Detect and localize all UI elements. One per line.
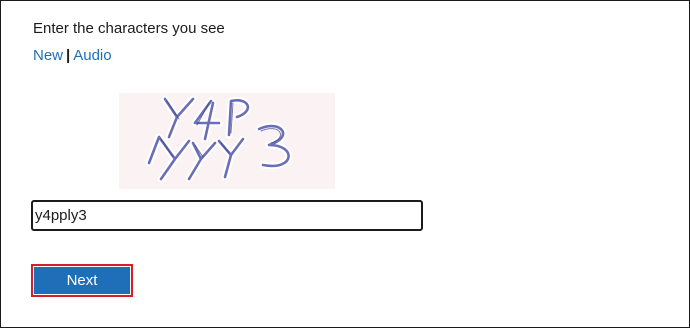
- audio-captcha-link[interactable]: Audio: [73, 47, 111, 64]
- next-button[interactable]: Next: [34, 267, 130, 294]
- captcha-image: [119, 93, 335, 189]
- next-button-focus-ring: Next: [31, 264, 133, 297]
- link-separator: |: [66, 47, 71, 64]
- captcha-answer-input[interactable]: [31, 200, 423, 231]
- captcha-links: New | Audio: [33, 46, 112, 66]
- captcha-glyphs: [145, 95, 292, 183]
- captcha-prompt: Enter the characters you see: [33, 20, 225, 37]
- new-captcha-link[interactable]: New: [33, 47, 63, 64]
- captcha-dialog: Enter the characters you see New|Audio: [0, 0, 690, 328]
